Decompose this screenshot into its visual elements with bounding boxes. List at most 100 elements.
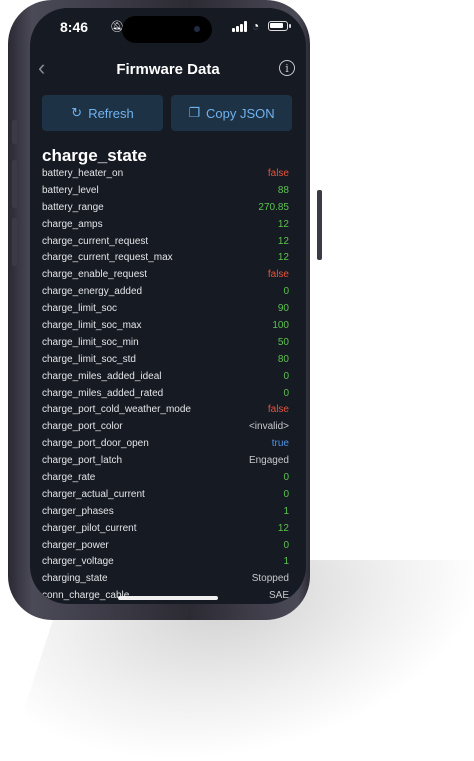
row-value: 0: [283, 370, 289, 382]
row-key: charge_port_door_open: [42, 438, 149, 450]
row-value: 1: [283, 556, 289, 568]
refresh-button[interactable]: ↻ Refresh: [42, 95, 163, 131]
row-key: charge_limit_soc: [42, 303, 118, 315]
list-item: charge_miles_added_rated 0: [42, 386, 289, 403]
info-icon[interactable]: i: [279, 60, 295, 76]
page-title: Firmware Data: [116, 61, 220, 78]
row-key: charge_energy_added: [42, 286, 143, 298]
copy-icon: ❐: [188, 105, 200, 120]
volume-down-button: [12, 218, 17, 266]
row-value: 12: [277, 252, 289, 264]
home-indicator[interactable]: [118, 596, 218, 600]
row-key: charge_miles_added_ideal: [42, 370, 162, 382]
row-key: battery_range: [42, 201, 104, 213]
row-value: false: [267, 269, 289, 281]
row-value: false: [267, 168, 289, 179]
row-key: charge_rate: [42, 472, 96, 484]
battery-tip: [289, 24, 291, 28]
row-value: 0: [283, 472, 289, 484]
list-item: charger_pilot_current 12: [42, 521, 289, 538]
row-value: Stopped: [251, 573, 289, 585]
row-value: 1: [283, 505, 289, 517]
list-item: charge_current_request_max 12: [42, 250, 289, 267]
row-value: Engaged: [248, 455, 289, 467]
row-key: charger_power: [42, 539, 109, 551]
row-value: 100: [272, 320, 289, 332]
list-item: charger_actual_current 0: [42, 487, 289, 504]
refresh-label: Refresh: [88, 105, 134, 121]
status-time: 8:46: [60, 19, 89, 35]
row-key: charge_port_color: [42, 421, 123, 433]
list-item: charge_rate 0: [42, 470, 289, 487]
navigation-bar: ‹ Firmware Data i: [30, 56, 306, 82]
row-value: 0: [283, 387, 289, 399]
row-value: 12: [277, 218, 289, 230]
row-key: charging_state: [42, 573, 108, 585]
list-item: charge_port_cold_weather_mode false: [42, 402, 289, 419]
row-key: charge_current_request: [42, 235, 149, 247]
list-item: charge_amps 12: [42, 217, 289, 234]
row-key: charge_limit_soc_std: [42, 353, 136, 365]
list-item: battery_heater_on false: [42, 166, 289, 183]
row-key: charge_amps: [42, 218, 103, 230]
row-value: 0: [283, 286, 289, 298]
list-item: charge_current_request 12: [42, 234, 289, 251]
row-key: battery_level: [42, 184, 99, 196]
row-key: conn_charge_cable: [42, 590, 130, 602]
list-item: charger_power 0: [42, 538, 289, 555]
copy-label: Copy JSON: [206, 105, 275, 121]
action-bar: ↻ Refresh ❐ Copy JSON: [42, 95, 292, 131]
list-item: charge_limit_soc_min 50: [42, 335, 289, 352]
battery-icon: [268, 21, 288, 31]
row-value: 90: [277, 303, 289, 315]
row-value: 270.85: [258, 201, 289, 213]
row-value: 12: [277, 522, 289, 534]
refresh-icon: ↻: [71, 105, 83, 120]
list-item: charge_port_door_open true: [42, 436, 289, 453]
row-key: battery_heater_on: [42, 168, 124, 179]
camera-icon: [194, 26, 200, 32]
screen: 8:46 🔕︎ ◔ ‹ Firmware Data i ↻ Refresh ❐: [30, 8, 306, 604]
dynamic-island: [122, 16, 212, 43]
row-value: 12: [277, 235, 289, 247]
row-value: true: [271, 438, 289, 450]
row-value: 80: [277, 353, 289, 365]
row-key: charger_pilot_current: [42, 522, 137, 534]
list-item: charge_limit_soc 90: [42, 301, 289, 318]
row-key: charge_miles_added_rated: [42, 387, 164, 399]
volume-up-button: [12, 160, 17, 208]
row-key: charge_limit_soc_min: [42, 336, 139, 348]
row-key: charge_port_cold_weather_mode: [42, 404, 191, 416]
row-value: 0: [283, 488, 289, 500]
row-key: charge_current_request_max: [42, 252, 173, 264]
list-item: charge_enable_request false: [42, 267, 289, 284]
list-item: battery_range 270.85: [42, 200, 289, 217]
list-item: charge_miles_added_ideal 0: [42, 369, 289, 386]
list-item: charge_port_color <invalid>: [42, 419, 289, 436]
row-key: charge_port_latch: [42, 455, 123, 467]
row-value: false: [267, 404, 289, 416]
list-item: charge_limit_soc_std 80: [42, 352, 289, 369]
row-key: charge_enable_request: [42, 269, 148, 281]
list-item: charger_phases 1: [42, 504, 289, 521]
row-value: <invalid>: [248, 421, 289, 433]
section-title: charge_state: [42, 146, 147, 165]
row-value: 0: [283, 539, 289, 551]
row-value: 50: [277, 336, 289, 348]
row-key: charger_voltage: [42, 556, 114, 568]
row-key: charger_actual_current: [42, 488, 145, 500]
power-button: [317, 190, 322, 260]
data-list[interactable]: battery_heater_on false battery_level 88 bat…: [42, 166, 289, 604]
row-key: charge_limit_soc_max: [42, 320, 142, 332]
list-item: charge_limit_soc_max 100: [42, 318, 289, 335]
action-button: [12, 120, 17, 144]
row-key: charger_phases: [42, 505, 114, 517]
list-item: charging_state Stopped: [42, 571, 289, 588]
status-bar: 8:46 🔕︎ ◔: [30, 8, 306, 48]
list-item: charge_port_latch Engaged: [42, 453, 289, 470]
list-item: charger_voltage 1: [42, 554, 289, 571]
list-item: battery_level 88: [42, 183, 289, 200]
phone-frame: 8:46 🔕︎ ◔ ‹ Firmware Data i ↻ Refresh ❐: [8, 0, 322, 620]
cellular-signal-icon: [232, 21, 247, 32]
copy-json-button[interactable]: ❐ Copy JSON: [171, 95, 292, 131]
